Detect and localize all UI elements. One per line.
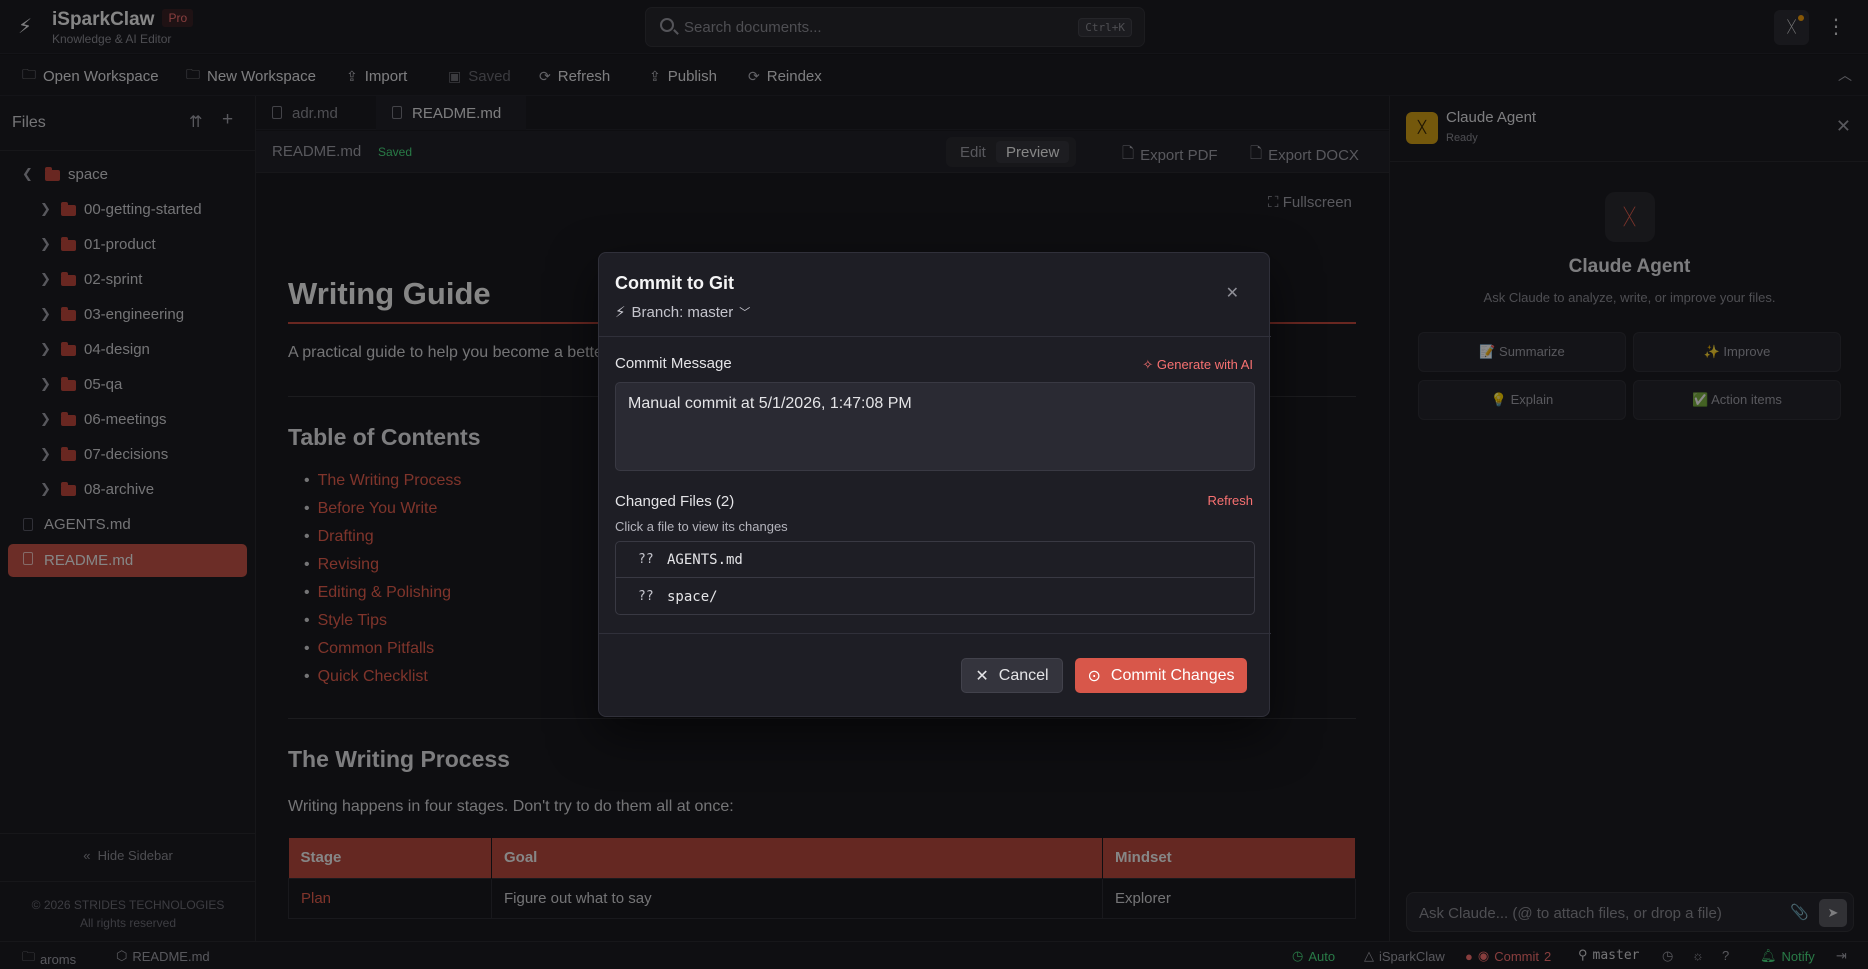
commit-label: Commit Changes (1110, 666, 1235, 684)
commit-message-input[interactable]: Manual commit at 5/1/2026, 1:47:08 PM (615, 382, 1255, 471)
cancel-label: Cancel (998, 666, 1049, 684)
commit-changes-button[interactable]: ⊙ Commit Changes (1075, 658, 1247, 693)
changed-files-hint: Click a file to view its changes (615, 519, 788, 534)
dialog-title: Commit to Git (615, 273, 734, 293)
file-status: ?? (638, 589, 654, 604)
file-status: ?? (638, 552, 654, 567)
dialog-divider (599, 336, 1271, 337)
commit-dialog: Commit to Git ⚡ Branch: master ﹀ ✕ Commit … (598, 252, 1271, 717)
close-icon[interactable]: ✕ (1226, 283, 1239, 303)
changed-file-row[interactable]: ?? space/ (616, 579, 1254, 615)
branch-icon: ⚡ (615, 304, 626, 321)
generate-ai-button[interactable]: ✧ Generate with AI (1142, 357, 1253, 373)
branch-selector[interactable]: ⚡ Branch: master ﹀ (615, 303, 751, 322)
changed-files-list: ?? AGENTS.md ?? space/ (615, 541, 1255, 615)
cancel-button[interactable]: ✕ Cancel (961, 658, 1063, 693)
chevron-down-icon: ﹀ (739, 307, 751, 319)
dialog-divider (599, 633, 1271, 634)
commit-message-label: Commit Message (615, 355, 732, 372)
generate-ai-label: Generate with AI (1156, 357, 1253, 372)
close-icon: ✕ (975, 667, 989, 685)
sparkle-icon: ✧ (1142, 357, 1154, 372)
refresh-files-button[interactable]: Refresh (1207, 493, 1253, 508)
changed-file-row[interactable]: ?? AGENTS.md (616, 542, 1254, 578)
check-circle-icon: ⊙ (1087, 667, 1101, 685)
changed-files-label: Changed Files (2) (615, 493, 735, 510)
file-name: space/ (667, 589, 718, 605)
file-name: AGENTS.md (667, 552, 743, 568)
branch-label: Branch: master (631, 303, 734, 321)
